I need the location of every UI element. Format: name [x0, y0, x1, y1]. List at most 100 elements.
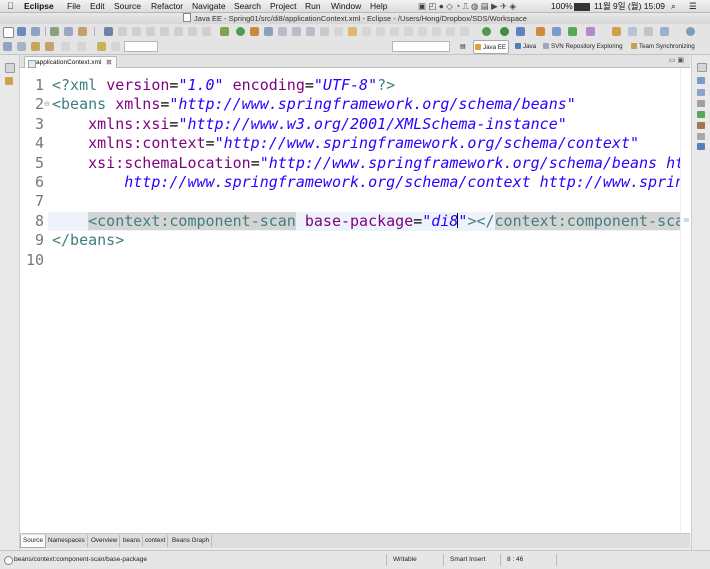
editor-overview-ruler[interactable]: [680, 68, 691, 533]
globe-icon[interactable]: [686, 27, 695, 36]
pin-editor-icon[interactable]: [77, 42, 86, 51]
servers-icon[interactable]: [697, 111, 705, 118]
close-tab-icon[interactable]: ⊠: [106, 59, 111, 66]
debug-icon[interactable]: [482, 27, 491, 36]
forward-icon[interactable]: [390, 27, 399, 36]
tab-context[interactable]: context: [143, 535, 169, 547]
forward-nav-icon[interactable]: [61, 42, 70, 51]
tab-beans-graph[interactable]: Beans Graph: [170, 535, 213, 547]
step-over-icon[interactable]: [188, 27, 197, 36]
perspective-java[interactable]: Java: [514, 40, 538, 52]
code-line-4[interactable]: xmlns:context="http://www.springframewor…: [52, 134, 639, 153]
outline-icon[interactable]: [697, 77, 705, 84]
open-folder-icon[interactable]: [612, 27, 621, 36]
print-icon[interactable]: [50, 27, 59, 36]
pin-icon[interactable]: [644, 27, 653, 36]
battery-percent[interactable]: 100%: [551, 0, 573, 12]
publish-icon[interactable]: [250, 27, 259, 36]
clock[interactable]: 11월 9일 (월) 15:09: [594, 0, 665, 12]
menu-project[interactable]: Project: [270, 0, 296, 12]
restore-right-icon[interactable]: [697, 63, 707, 72]
markers-icon[interactable]: [697, 100, 705, 107]
code-line-5[interactable]: xsi:schemaLocation="http://www.springfra…: [52, 154, 690, 173]
suspend-icon[interactable]: [132, 27, 141, 36]
menu-file[interactable]: File: [67, 0, 81, 12]
app-menu-eclipse[interactable]: Eclipse: [24, 0, 54, 12]
server-icon[interactable]: [220, 27, 229, 36]
coverage-icon[interactable]: [432, 27, 441, 36]
console-icon[interactable]: [697, 143, 705, 150]
fold-toggle-icon[interactable]: ⊖: [44, 100, 50, 108]
quick-access-input[interactable]: [392, 41, 450, 52]
code-line-9[interactable]: </beans>: [52, 231, 124, 250]
minimize-maximize-controls[interactable]: ▭ ▣: [669, 56, 684, 64]
status-icons[interactable]: ▣ ◰ ● ◇ ◔ ⎍ ◍ ▤ ▶ ✈ ◈: [418, 0, 516, 12]
menu-window[interactable]: Window: [331, 0, 361, 12]
start-server-icon[interactable]: [236, 27, 245, 36]
apple-menu-icon[interactable]: : [7, 0, 14, 12]
code-line-2[interactable]: <beans xmlns="http://www.springframework…: [52, 95, 576, 114]
new-interface-icon[interactable]: [586, 27, 595, 36]
brush-icon[interactable]: [97, 42, 106, 51]
xml-source-editor[interactable]: 1 2 ⊖ 3 4 5 6 7 8 9 10 <?xml version="1.…: [20, 68, 690, 533]
menu-edit[interactable]: Edit: [90, 0, 105, 12]
disconnect-icon[interactable]: [160, 27, 169, 36]
code-line-1[interactable]: <?xml version="1.0" encoding="UTF-8"?>: [52, 76, 395, 95]
new-class-icon[interactable]: [568, 27, 577, 36]
annotation-next-icon[interactable]: [334, 27, 343, 36]
resume-icon[interactable]: [118, 27, 127, 36]
run-icon[interactable]: [500, 27, 509, 36]
open-perspective-icon[interactable]: [264, 27, 273, 36]
menu-run[interactable]: Run: [305, 0, 321, 12]
format-icon[interactable]: [3, 42, 12, 51]
annotation-prev-icon[interactable]: [348, 27, 357, 36]
table-icon[interactable]: [306, 27, 315, 36]
zoom-select[interactable]: [124, 41, 158, 52]
step-into-icon[interactable]: [174, 27, 183, 36]
perspective-svn[interactable]: SVN Repository Exploring: [542, 40, 625, 52]
step-return-icon[interactable]: [202, 27, 211, 36]
profile-icon[interactable]: [516, 27, 525, 36]
tab-beans[interactable]: beans: [121, 535, 144, 547]
editor-tab-applicationcontext[interactable]: applicationContext.xml ⊠: [24, 56, 117, 68]
code-line-6[interactable]: http://www.springframework.org/schema/co…: [52, 173, 690, 192]
code-line-8[interactable]: <context:component-scan base-package="di…: [48, 211, 690, 232]
notification-center-icon[interactable]: ☰: [689, 0, 697, 12]
menu-refactor[interactable]: Refactor: [151, 0, 183, 12]
open-type-icon[interactable]: [78, 27, 87, 36]
menu-search[interactable]: Search: [234, 0, 261, 12]
snippets-icon[interactable]: [697, 133, 705, 140]
tab-namespaces[interactable]: Namespaces: [46, 535, 88, 547]
last-edit-icon[interactable]: [362, 27, 371, 36]
code-line-3[interactable]: xmlns:xsi="http://www.w3.org/2001/XMLSch…: [52, 115, 567, 134]
back-icon[interactable]: [376, 27, 385, 36]
restore-icon[interactable]: [5, 63, 15, 73]
tab-overview[interactable]: Overview: [89, 535, 121, 547]
new-java-project-icon[interactable]: [536, 27, 545, 36]
save-all-icon[interactable]: [31, 27, 40, 36]
db-icon[interactable]: [292, 27, 301, 36]
window-icon[interactable]: [660, 27, 669, 36]
sql-icon[interactable]: [278, 27, 287, 36]
task-icon[interactable]: [446, 27, 455, 36]
history-icon[interactable]: [17, 42, 26, 51]
search-toolbar-icon[interactable]: [404, 27, 413, 36]
build-icon[interactable]: [64, 27, 73, 36]
new-package-icon[interactable]: [552, 27, 561, 36]
toggle-mark-icon[interactable]: [320, 27, 329, 36]
perspective-java-ee[interactable]: Java EE: [473, 40, 510, 54]
data-source-icon[interactable]: [697, 122, 705, 129]
tab-source[interactable]: Source: [20, 535, 46, 548]
save-icon[interactable]: [17, 27, 26, 36]
new-icon[interactable]: [3, 27, 14, 38]
perspective-team-sync[interactable]: Team Synchronizing: [630, 40, 697, 52]
skip-breakpoints-icon[interactable]: [104, 27, 113, 36]
open-perspective-button[interactable]: ▤: [460, 40, 468, 52]
terminate-icon[interactable]: [146, 27, 155, 36]
ext-tools-icon[interactable]: [418, 27, 427, 36]
back-nav-icon[interactable]: [45, 42, 54, 51]
zoom-icon[interactable]: [111, 42, 120, 51]
menu-source[interactable]: Source: [114, 0, 141, 12]
menu-navigate[interactable]: Navigate: [192, 0, 226, 12]
open-console-icon[interactable]: [628, 27, 637, 36]
